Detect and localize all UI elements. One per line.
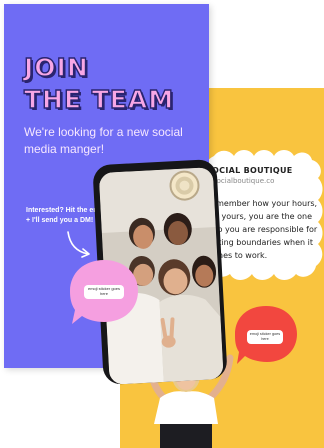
brand-name: SOCIAL BOUTIQUE: [206, 166, 293, 175]
back-card-body-text: Remember how your hours, are yours, you …: [206, 199, 318, 260]
sticker-placeholder-label: emoji sticker goes here: [84, 285, 124, 299]
red-emoji-sticker[interactable]: emoji sticker goes here: [233, 304, 299, 366]
camera-ring-icon: [169, 170, 200, 201]
headline-line-2: THE TEAM: [23, 84, 175, 114]
headline: JOIN THE TEAM: [23, 52, 175, 116]
instagram-story-mockup: SOCIAL BOUTIQUE @socialboutique.co Remem…: [0, 0, 324, 448]
subline: We're looking for a new social media man…: [24, 125, 183, 156]
curved-arrow-icon: [67, 231, 90, 258]
pink-emoji-sticker[interactable]: emoji sticker goes here: [68, 258, 140, 326]
sticker-placeholder-label: emoji sticker goes here: [247, 330, 283, 344]
headline-line-1: JOIN: [23, 52, 89, 82]
